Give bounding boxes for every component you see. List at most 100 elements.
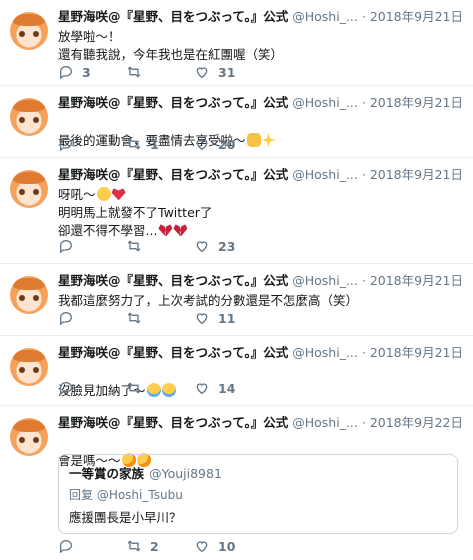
tweet-header: 星野海咲@『星野、目をつぶって。』公式 @Hoshi_... · 2018年9月… [58,94,467,112]
reply-icon [60,239,73,254]
avatar[interactable] [10,98,48,136]
user-handle[interactable]: @Hoshi_... [292,415,358,430]
like-button[interactable]: 14 [194,380,262,396]
like-count: 31 [218,64,236,80]
reply-button[interactable] [58,136,126,152]
quoted-user-handle[interactable]: @Youji8981 [149,466,222,481]
tweet-actions: 1 20 [58,134,262,154]
retweet-count: 1 [150,136,159,152]
separator: · [361,167,366,182]
quoted-tweet[interactable]: 一等賞の家族 @Youji8981 回复 @Hoshi_Tsubu 應援團長是小… [58,454,458,534]
tweet-actions: 2 10 [58,536,262,556]
reply-icon [60,137,73,152]
retweet-button[interactable] [126,310,194,326]
avatar[interactable] [10,170,48,208]
user-handle[interactable]: @Hoshi_... [292,9,358,24]
reply-button[interactable] [58,380,126,396]
display-name[interactable]: 星野海咲@『星野、目をつぶって。』公式 [58,167,288,182]
reply-button[interactable]: 3 [58,64,126,80]
like-count: 23 [218,238,236,254]
tweet-actions: 3 31 [58,62,262,82]
reply-button[interactable] [58,538,126,554]
tweet-header: 星野海咲@『星野、目をつぶって。』公式 @Hoshi_... · 2018年9月… [58,8,467,26]
retweet-icon [127,382,141,394]
like-button[interactable]: 10 [194,538,262,554]
reply-to-label[interactable]: 回复 @Hoshi_Tsubu [69,486,447,503]
display-name[interactable]: 星野海咲@『星野、目をつぶって。』公式 [58,415,288,430]
retweet-icon [127,312,141,324]
like-count: 20 [218,136,236,152]
user-handle[interactable]: @Hoshi_... [292,95,358,110]
heart-icon [196,67,208,79]
retweet-button[interactable]: 2 [126,538,194,554]
separator: · [361,9,366,24]
reply-icon [60,311,73,326]
tweet[interactable]: 星野海咲@『星野、目をつぶって。』公式 @Hoshi_... · 2018年9月… [0,86,473,158]
avatar[interactable] [10,12,48,50]
like-count: 14 [218,380,236,396]
tweet-header: 星野海咲@『星野、目をつぶって。』公式 @Hoshi_... · 2018年9月… [58,272,467,290]
tweet-date[interactable]: 2018年9月22日 [370,415,463,430]
tweet[interactable]: 星野海咲@『星野、目をつぶって。』公式 @Hoshi_... · 2018年9月… [0,406,473,560]
avatar[interactable] [10,418,48,456]
like-count: 10 [218,538,236,554]
display-name[interactable]: 星野海咲@『星野、目をつぶって。』公式 [58,9,288,24]
tweet-text: 放學啦～！ 還有聽我說，今年我也是在紅團喔（笑） [58,29,284,62]
reply-icon [60,381,73,396]
retweet-icon [127,138,141,150]
display-name[interactable]: 星野海咲@『星野、目をつぶって。』公式 [58,273,288,288]
tweet-text-line: 明明馬上就發不了Twitter了 [58,205,213,220]
like-count: 11 [218,310,236,326]
tweet[interactable]: 星野海咲@『星野、目をつぶって。』公式 @Hoshi_... · 2018年9月… [0,336,473,406]
quoted-display-name[interactable]: 一等賞の家族 [69,466,144,481]
tweet-date[interactable]: 2018年9月21日 [370,9,463,24]
user-handle[interactable]: @Hoshi_... [292,345,358,360]
tweet[interactable]: 星野海咲@『星野、目をつぶって。』公式 @Hoshi_... · 2018年9月… [0,0,473,86]
retweet-count: 2 [150,538,159,554]
sparkles-emoji [261,133,276,147]
tweet-actions: 11 [58,308,262,328]
tweet-header: 星野海咲@『星野、目をつぶって。』公式 @Hoshi_... · 2018年9月… [58,414,467,432]
like-button[interactable]: 20 [194,136,262,152]
like-button[interactable]: 11 [194,310,262,326]
separator: · [361,415,366,430]
like-button[interactable]: 23 [194,238,262,254]
display-name[interactable]: 星野海咲@『星野、目をつぶって。』公式 [58,345,288,360]
tweet[interactable]: 星野海咲@『星野、目をつぶって。』公式 @Hoshi_... · 2018年9月… [0,264,473,336]
user-handle[interactable]: @Hoshi_... [292,273,358,288]
reply-icon [60,65,73,80]
like-button[interactable]: 31 [194,64,262,80]
tweet-date[interactable]: 2018年9月21日 [370,167,463,182]
separator: · [361,95,366,110]
tweet-header: 星野海咲@『星野、目をつぶって。』公式 @Hoshi_... · 2018年9月… [58,344,467,362]
reply-count: 3 [82,64,91,80]
avatar[interactable] [10,276,48,314]
heart-eyes-emoji [96,187,111,201]
reply-button[interactable] [58,238,126,254]
tweet-date[interactable]: 2018年9月21日 [370,273,463,288]
tweet-date[interactable]: 2018年9月21日 [370,345,463,360]
heart-icon [196,541,208,553]
retweet-button[interactable] [126,380,194,396]
tweet-date[interactable]: 2018年9月21日 [370,95,463,110]
display-name[interactable]: 星野海咲@『星野、目をつぶって。』公式 [58,95,288,110]
tweet-text-container: 呀吼～ 明明馬上就發不了Twitter了 卻還不得不學習... [58,186,463,240]
reply-icon [60,539,73,554]
tweet[interactable]: 星野海咲@『星野、目をつぶって。』公式 @Hoshi_... · 2018年9月… [0,158,473,264]
retweet-button[interactable]: 1 [126,136,194,152]
red-heart-emoji [111,188,126,201]
broken-heart-emoji [158,224,173,237]
broken-heart-emoji [173,224,188,237]
quoted-tweet-text: 應援團長是小早川？ [69,510,182,525]
tweet-actions: 14 [58,378,262,398]
heart-icon [196,139,208,151]
user-handle[interactable]: @Hoshi_... [292,167,358,182]
retweet-icon [127,66,141,78]
avatar[interactable] [10,348,48,386]
retweet-button[interactable] [126,238,194,254]
retweet-button[interactable] [126,64,194,80]
retweet-icon [127,240,141,252]
reply-button[interactable] [58,310,126,326]
separator: · [361,273,366,288]
heart-icon [196,241,208,253]
